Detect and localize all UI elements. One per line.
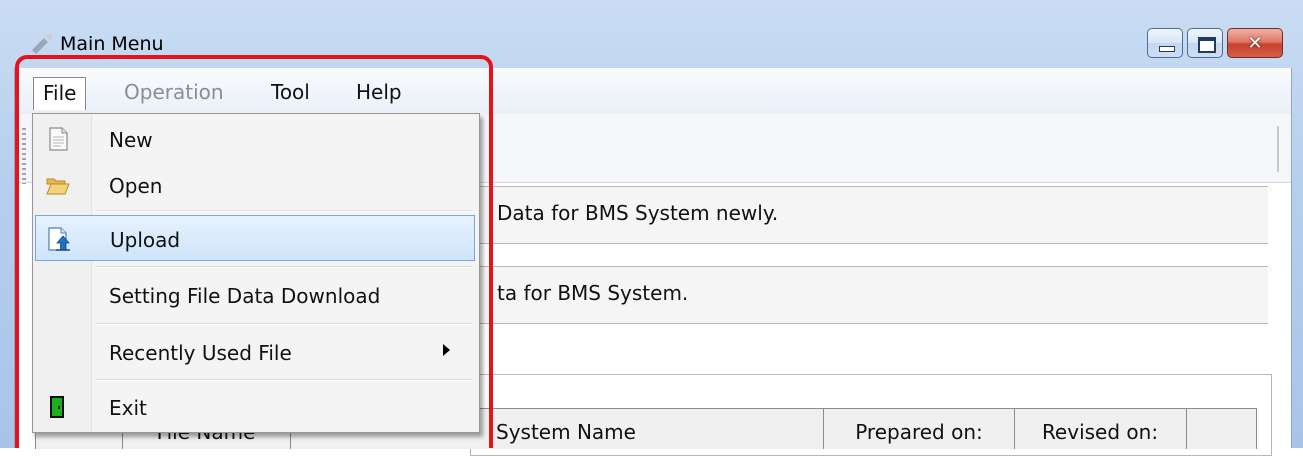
new-file-icon <box>49 127 68 151</box>
menu-separator <box>95 266 473 268</box>
submenu-arrow-icon <box>443 344 450 356</box>
maximize-icon <box>1198 37 1216 53</box>
open-description: ta for BMS System. <box>497 281 689 305</box>
window-title: Main Menu <box>60 33 164 55</box>
menu-item-open[interactable]: Open <box>35 162 475 208</box>
window-controls: ✕ <box>1143 28 1283 60</box>
menu-operation[interactable]: Operation <box>124 80 224 104</box>
menu-separator <box>95 379 473 381</box>
file-dropdown-menu: New Open Upload Setting File Data Downlo… <box>32 113 480 433</box>
menu-item-recent-label: Recently Used File <box>109 341 292 365</box>
app-icon <box>32 34 52 54</box>
divider <box>1277 126 1279 172</box>
menu-bar: File Operation Tool Help <box>15 68 1291 114</box>
upload-icon <box>48 227 70 251</box>
menu-item-setting-file-data-download[interactable]: Setting File Data Download <box>35 272 475 318</box>
open-description-panel: ta for BMS System. <box>477 266 1268 324</box>
menu-item-new[interactable]: New <box>35 116 475 162</box>
menu-separator <box>95 323 473 325</box>
menu-tool[interactable]: Tool <box>271 80 310 104</box>
menu-item-open-label: Open <box>109 174 163 198</box>
menu-item-upload-label: Upload <box>110 228 181 252</box>
menu-file[interactable]: File <box>33 77 87 110</box>
exit-door-icon <box>50 396 64 418</box>
menu-item-setting-download-label: Setting File Data Download <box>109 284 381 308</box>
minimize-button[interactable] <box>1147 28 1183 58</box>
menu-separator <box>95 210 473 212</box>
menu-item-recently-used-file[interactable]: Recently Used File <box>35 329 475 375</box>
toolbar-grip[interactable] <box>22 128 26 184</box>
title-bar[interactable]: Main Menu ✕ <box>0 0 1303 68</box>
menu-item-upload[interactable]: Upload <box>35 215 475 261</box>
close-icon: ✕ <box>1247 32 1263 54</box>
menu-help[interactable]: Help <box>356 80 402 104</box>
new-description: Data for BMS System newly. <box>497 201 779 225</box>
minimize-icon <box>1159 46 1175 52</box>
menu-item-exit[interactable]: Exit <box>35 384 475 430</box>
column-header-prepared-on[interactable]: Prepared on: <box>824 409 1015 449</box>
close-button[interactable]: ✕ <box>1227 28 1283 58</box>
maximize-button[interactable] <box>1187 28 1223 58</box>
menu-item-new-label: New <box>109 128 153 152</box>
column-header-revised-on[interactable]: Revised on: <box>1014 409 1187 449</box>
new-description-panel: Data for BMS System newly. <box>477 186 1268 244</box>
folder-open-icon <box>46 178 70 195</box>
menu-item-exit-label: Exit <box>109 396 147 420</box>
